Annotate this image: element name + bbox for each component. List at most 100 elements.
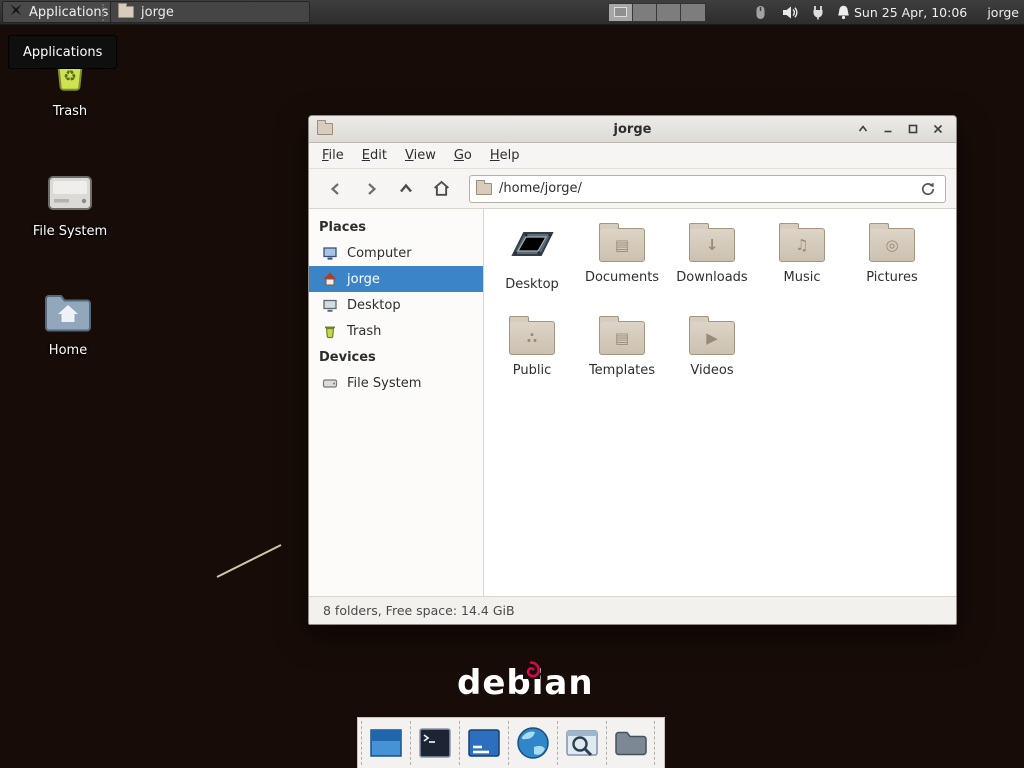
folder-icon: ▤ [599, 228, 645, 262]
dock-file-manager-button[interactable] [606, 721, 655, 765]
bottom-dock [357, 717, 665, 768]
panel-separator-handle [102, 4, 107, 21]
places-header: Places [309, 214, 483, 240]
folder-icon: ∴ [509, 321, 555, 355]
top-panel: Applications jorge Sun 25 Apr, 10:06 jor… [0, 0, 1024, 25]
close-button[interactable] [927, 120, 948, 139]
desktop-icon [322, 297, 338, 313]
folder-icon: ♫ [779, 228, 825, 262]
workspace-4[interactable] [681, 4, 705, 21]
applications-menu-label: Applications [29, 5, 108, 20]
share-emblem-icon: ∴ [527, 331, 537, 346]
file-item-videos[interactable]: ▶ Videos [667, 312, 757, 391]
sidebar-item-desktop[interactable]: Desktop [309, 292, 483, 318]
menu-bar: File Edit View Go Help [309, 143, 956, 169]
file-label: Videos [667, 363, 757, 378]
shade-button[interactable] [852, 120, 873, 139]
workspace-window-thumb [614, 7, 627, 17]
minimize-button[interactable] [877, 120, 898, 139]
menu-help[interactable]: Help [481, 144, 529, 167]
sidebar-item-label: File System [347, 376, 421, 391]
reload-button[interactable] [917, 178, 939, 200]
desktop-folder-icon [487, 219, 577, 269]
maximize-button[interactable] [902, 120, 923, 139]
home-icon [322, 271, 338, 287]
file-icon-view[interactable]: Desktop ▤ Documents ↓ Downloads ♫ Music … [484, 209, 956, 596]
computer-icon [322, 245, 338, 261]
notification-bell-icon[interactable] [835, 4, 853, 21]
mouse-status-icon[interactable] [752, 4, 770, 21]
menu-edit[interactable]: Edit [353, 144, 396, 167]
sidebar-item-label: Trash [347, 324, 381, 339]
power-plug-icon[interactable] [810, 4, 828, 21]
taskbar-window-button[interactable]: jorge [110, 1, 310, 23]
folder-icon: ◎ [869, 228, 915, 262]
window-titlebar[interactable]: jorge [309, 116, 956, 143]
desktop-icon-label: Trash [24, 104, 116, 119]
menu-file[interactable]: File [313, 144, 353, 167]
desktop-icon-home[interactable]: Home [22, 284, 114, 358]
dock-web-browser-button[interactable] [508, 721, 557, 765]
download-arrow-emblem-icon: ↓ [706, 238, 719, 253]
forward-button[interactable] [354, 174, 388, 204]
desktop-icon-label: Home [22, 343, 114, 358]
desktop-icon-file-system[interactable]: File System [24, 165, 116, 239]
template-sheet-emblem-icon: ▤ [615, 331, 629, 346]
xfce-menu-icon [9, 3, 23, 21]
workspace-2[interactable] [633, 4, 657, 21]
window-task-icon [118, 6, 134, 18]
panel-clock[interactable]: Sun 25 Apr, 10:06 [854, 0, 967, 25]
panel-username: jorge [987, 0, 1019, 25]
up-button[interactable] [389, 174, 423, 204]
file-item-pictures[interactable]: ◎ Pictures [847, 219, 937, 298]
file-label: Music [757, 270, 847, 285]
show-desktop-icon [367, 724, 405, 762]
address-bar[interactable] [469, 175, 946, 203]
menu-view[interactable]: View [396, 144, 445, 167]
file-item-public[interactable]: ∴ Public [487, 312, 577, 391]
applications-menu-button[interactable]: Applications [2, 1, 117, 23]
address-input[interactable] [499, 181, 910, 196]
drive-icon [322, 375, 338, 391]
file-item-desktop[interactable]: Desktop [487, 219, 577, 298]
workspace-3[interactable] [657, 4, 681, 21]
applications-tooltip: Applications [8, 35, 117, 69]
terminal-icon [416, 724, 454, 762]
music-note-emblem-icon: ♫ [795, 238, 808, 253]
file-item-downloads[interactable]: ↓ Downloads [667, 219, 757, 298]
sidebar-item-label: Desktop [347, 298, 401, 313]
file-item-documents[interactable]: ▤ Documents [577, 219, 667, 298]
documents-emblem-icon: ▤ [615, 238, 629, 253]
home-button[interactable] [424, 174, 458, 204]
sidebar-item-computer[interactable]: Computer [309, 240, 483, 266]
dock-app-finder-button[interactable] [557, 721, 606, 765]
dock-terminal-button[interactable] [410, 721, 459, 765]
file-manager-folder-icon [612, 724, 650, 762]
panel-icon [465, 724, 503, 762]
home-folder-icon [22, 284, 114, 334]
menu-go[interactable]: Go [445, 144, 481, 167]
debian-swirl-icon [522, 661, 540, 683]
devices-header: Devices [309, 344, 483, 370]
trash-icon [322, 323, 338, 339]
workspace-1[interactable] [609, 4, 633, 21]
volume-icon[interactable] [781, 4, 799, 21]
folder-icon: ↓ [689, 228, 735, 262]
file-item-templates[interactable]: ▤ Templates [577, 312, 667, 391]
toolbar [309, 169, 956, 209]
web-browser-globe-icon [514, 724, 552, 762]
sidebar-item-trash[interactable]: Trash [309, 318, 483, 344]
dock-panel-button[interactable] [459, 721, 508, 765]
desktop-icon-label: File System [24, 224, 116, 239]
sidebar-item-jorge[interactable]: jorge [309, 266, 483, 292]
sidebar-item-file-system[interactable]: File System [309, 370, 483, 396]
status-bar: 8 folders, Free space: 14.4 GiB [309, 596, 956, 624]
workspace-switcher[interactable] [608, 3, 706, 22]
file-manager-window: jorge File Edit View Go Help [308, 115, 957, 625]
file-item-music[interactable]: ♫ Music [757, 219, 847, 298]
status-text: 8 folders, Free space: 14.4 GiB [323, 603, 515, 618]
video-play-emblem-icon: ▶ [706, 331, 718, 346]
back-button[interactable] [319, 174, 353, 204]
folder-icon: ▶ [689, 321, 735, 355]
dock-show-desktop-button[interactable] [361, 721, 410, 765]
